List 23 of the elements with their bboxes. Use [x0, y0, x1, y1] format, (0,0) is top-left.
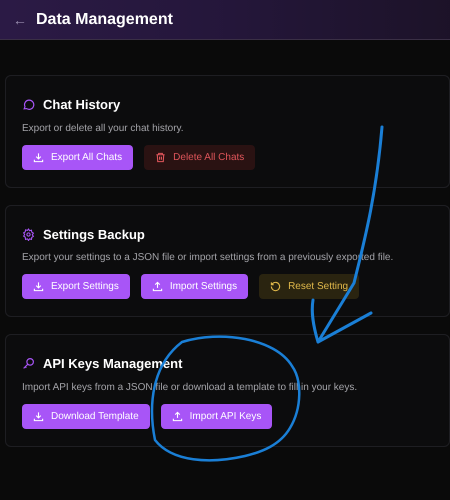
- page-title: Data Management: [36, 10, 173, 30]
- chat-bubble-icon: [22, 98, 35, 112]
- reset-icon: [270, 281, 282, 292]
- gear-icon: [22, 228, 35, 241]
- trash-icon: [155, 152, 166, 162]
- download-icon: [33, 152, 44, 162]
- delete-button[interactable]: Delete All Chats: [144, 144, 256, 170]
- import-button[interactable]: Import Settings: [140, 274, 248, 299]
- download-icon: [33, 281, 44, 292]
- upload-icon: [152, 281, 163, 292]
- section-description: Export or delete all your chat history.: [22, 122, 185, 136]
- section-title: Settings Backup: [43, 226, 145, 244]
- export-button[interactable]: Download Template: [22, 404, 150, 428]
- export-button[interactable]: Export All Chats: [22, 144, 134, 170]
- export-button[interactable]: Export Settings: [22, 274, 130, 299]
- download-icon: [33, 410, 44, 422]
- import-button[interactable]: Import API Keys: [160, 404, 272, 428]
- key-icon: [22, 357, 35, 370]
- reset-button[interactable]: Reset Setting: [259, 274, 360, 299]
- back-button[interactable]: ←: [8, 12, 32, 26]
- section-title: Chat History: [43, 96, 120, 114]
- section-description: Import API keys from a JSON file or download a template to fill in your keys.: [22, 380, 358, 394]
- upload-icon: [172, 410, 183, 422]
